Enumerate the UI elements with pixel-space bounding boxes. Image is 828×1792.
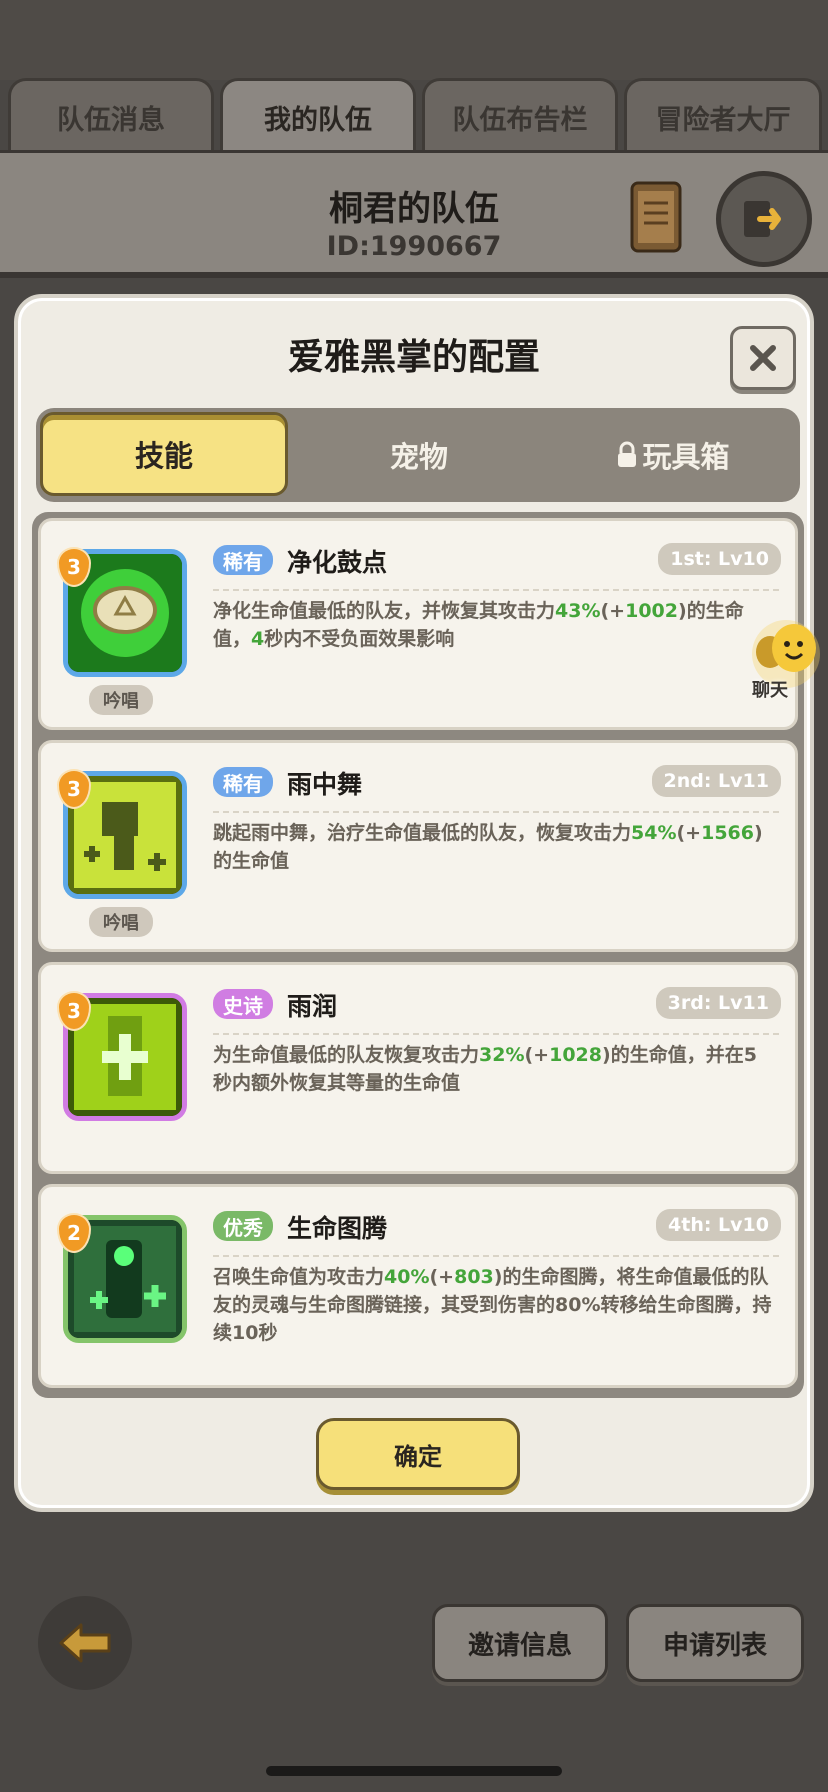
skill-slot-level: 2nd: Lv11 [651,765,781,797]
skill-card[interactable]: 3 吟唱 稀有 雨中舞 2nd: Lv11 跳起雨中舞，治疗生命值最低的队友，恢… [38,740,798,952]
segment-control: 技能 宠物 玩具箱 [36,408,800,502]
tab-bar: 队伍消息 我的队伍 队伍布告栏 冒险者大厅 [0,78,828,154]
back-arrow-icon [59,1623,111,1663]
desc-bonus: 1028 [549,1044,602,1066]
top-background [0,0,828,80]
skill-list[interactable]: 3 吟唱 稀有 净化鼓点 1st: Lv10 净化生命值最低的队友，并恢复其攻击… [32,512,804,1398]
divider [213,811,779,813]
segment-toybox[interactable]: 玩具箱 [546,408,800,502]
application-list-button[interactable]: 申请列表 [626,1604,804,1682]
desc-text: 为生命值最低的队友恢复攻击力 [213,1044,480,1066]
chat-button[interactable]: 聊天 [744,618,828,704]
rarity-tag: 稀有 [213,545,273,575]
desc-paren-open: (+ [524,1044,550,1066]
skill-name: 生命图腾 [287,1214,388,1243]
desc-text: 召唤生命值为攻击力 [213,1266,385,1288]
exit-icon [744,201,781,237]
desc-paren-open: (+ [429,1266,455,1288]
desc-paren-open: (+ [676,822,702,844]
skill-name: 雨中舞 [287,770,363,799]
desc-bonus: 803 [454,1266,494,1288]
desc-percent: 32% [479,1044,525,1066]
segment-label: 技能 [134,439,193,473]
tab-label: 队伍消息 [57,105,165,136]
skill-card[interactable]: 2 优秀 生命图腾 4th: Lv10 召唤生命值为攻击力40%(+803)的生… [38,1184,798,1388]
desc-text: 跳起雨中舞，治疗生命值最低的队友，恢复攻击力 [213,822,632,844]
desc-paren-open: (+ [600,600,626,622]
chat-label: 聊天 [752,680,788,701]
tab-team-bulletin[interactable]: 队伍布告栏 [422,78,618,154]
desc-text: 的生命值 [213,850,290,872]
team-header: 桐君的队伍 ID:1990667 [0,150,828,278]
tab-label: 队伍布告栏 [452,105,588,136]
skill-card[interactable]: 3 史诗 雨润 3rd: Lv11 为生命值最低的队友恢复攻击力32%(+102… [38,962,798,1174]
tab-label: 冒险者大厅 [655,105,791,136]
invite-info-button[interactable]: 邀请信息 [432,1604,608,1682]
skill-card[interactable]: 3 吟唱 稀有 净化鼓点 1st: Lv10 净化生命值最低的队友，并恢复其攻击… [38,518,798,730]
divider [213,589,779,591]
tab-my-team[interactable]: 我的队伍 [220,78,416,154]
desc-paren-close: ) [754,822,763,844]
lock-icon [618,441,637,467]
scroll-icon[interactable] [624,177,688,257]
exit-team-button[interactable] [716,171,812,267]
rarity-tag: 稀有 [213,767,273,797]
desc-bonus: 1002 [625,600,678,622]
modal-title: 爱雅黑掌的配置 [287,337,540,378]
segment-label: 宠物 [389,440,448,474]
skill-description: 召唤生命值为攻击力40%(+803)的生命图腾，将生命值最低的队友的灵魂与生命图… [213,1263,775,1347]
team-id: ID:1990667 [326,231,502,262]
rarity-tag: 史诗 [213,989,273,1019]
close-icon [750,345,776,371]
skill-slot-level: 4th: Lv10 [656,1209,781,1241]
tab-label: 我的队伍 [264,105,372,136]
tab-adventurer-hall[interactable]: 冒险者大厅 [624,78,822,154]
skill-name: 净化鼓点 [287,548,388,577]
skill-slot-level: 1st: Lv10 [658,543,781,575]
desc-percent: 43% [555,600,601,622]
skill-description: 净化生命值最低的队友，并恢复其攻击力43%(+1002)的生命值，4秒内不受负面… [213,597,775,653]
divider [213,1255,779,1257]
skill-description: 为生命值最低的队友恢复攻击力32%(+1028)的生命值，并在5秒内额外恢复其等… [213,1041,775,1097]
desc-percent: 40% [384,1266,430,1288]
divider [213,1033,779,1035]
desc-bonus: 1566 [701,822,754,844]
config-modal: 爱雅黑掌的配置 技能 宠物 玩具箱 3 吟唱 稀有 净化鼓点 1st: Lv10… [14,294,814,1512]
desc-percent: 54% [631,822,677,844]
confirm-button[interactable]: 确定 [316,1418,520,1490]
back-button[interactable] [38,1596,132,1690]
tab-team-messages[interactable]: 队伍消息 [8,78,214,154]
rarity-tag: 优秀 [213,1211,273,1241]
segment-skills[interactable]: 技能 [40,412,288,496]
skill-name: 雨润 [287,992,338,1021]
desc-paren-close: ) [602,1044,611,1066]
home-indicator[interactable] [266,1766,562,1776]
desc-number: 4 [251,628,265,650]
chant-tag: 吟唱 [89,685,153,715]
segment-label: 玩具箱 [642,440,730,474]
segment-pets[interactable]: 宠物 [292,408,546,502]
skill-description: 跳起雨中舞，治疗生命值最低的队友，恢复攻击力54%(+1566) 的生命值 [213,819,775,875]
skill-slot-level: 3rd: Lv11 [655,987,781,1019]
team-name: 桐君的队伍 [329,189,499,229]
chant-tag: 吟唱 [89,907,153,937]
close-button[interactable] [730,326,796,390]
desc-paren-close: ) [678,600,687,622]
desc-text: 秒内不受负面效果影响 [264,628,455,650]
desc-text: 净化生命值最低的队友，并恢复其攻击力 [213,600,556,622]
